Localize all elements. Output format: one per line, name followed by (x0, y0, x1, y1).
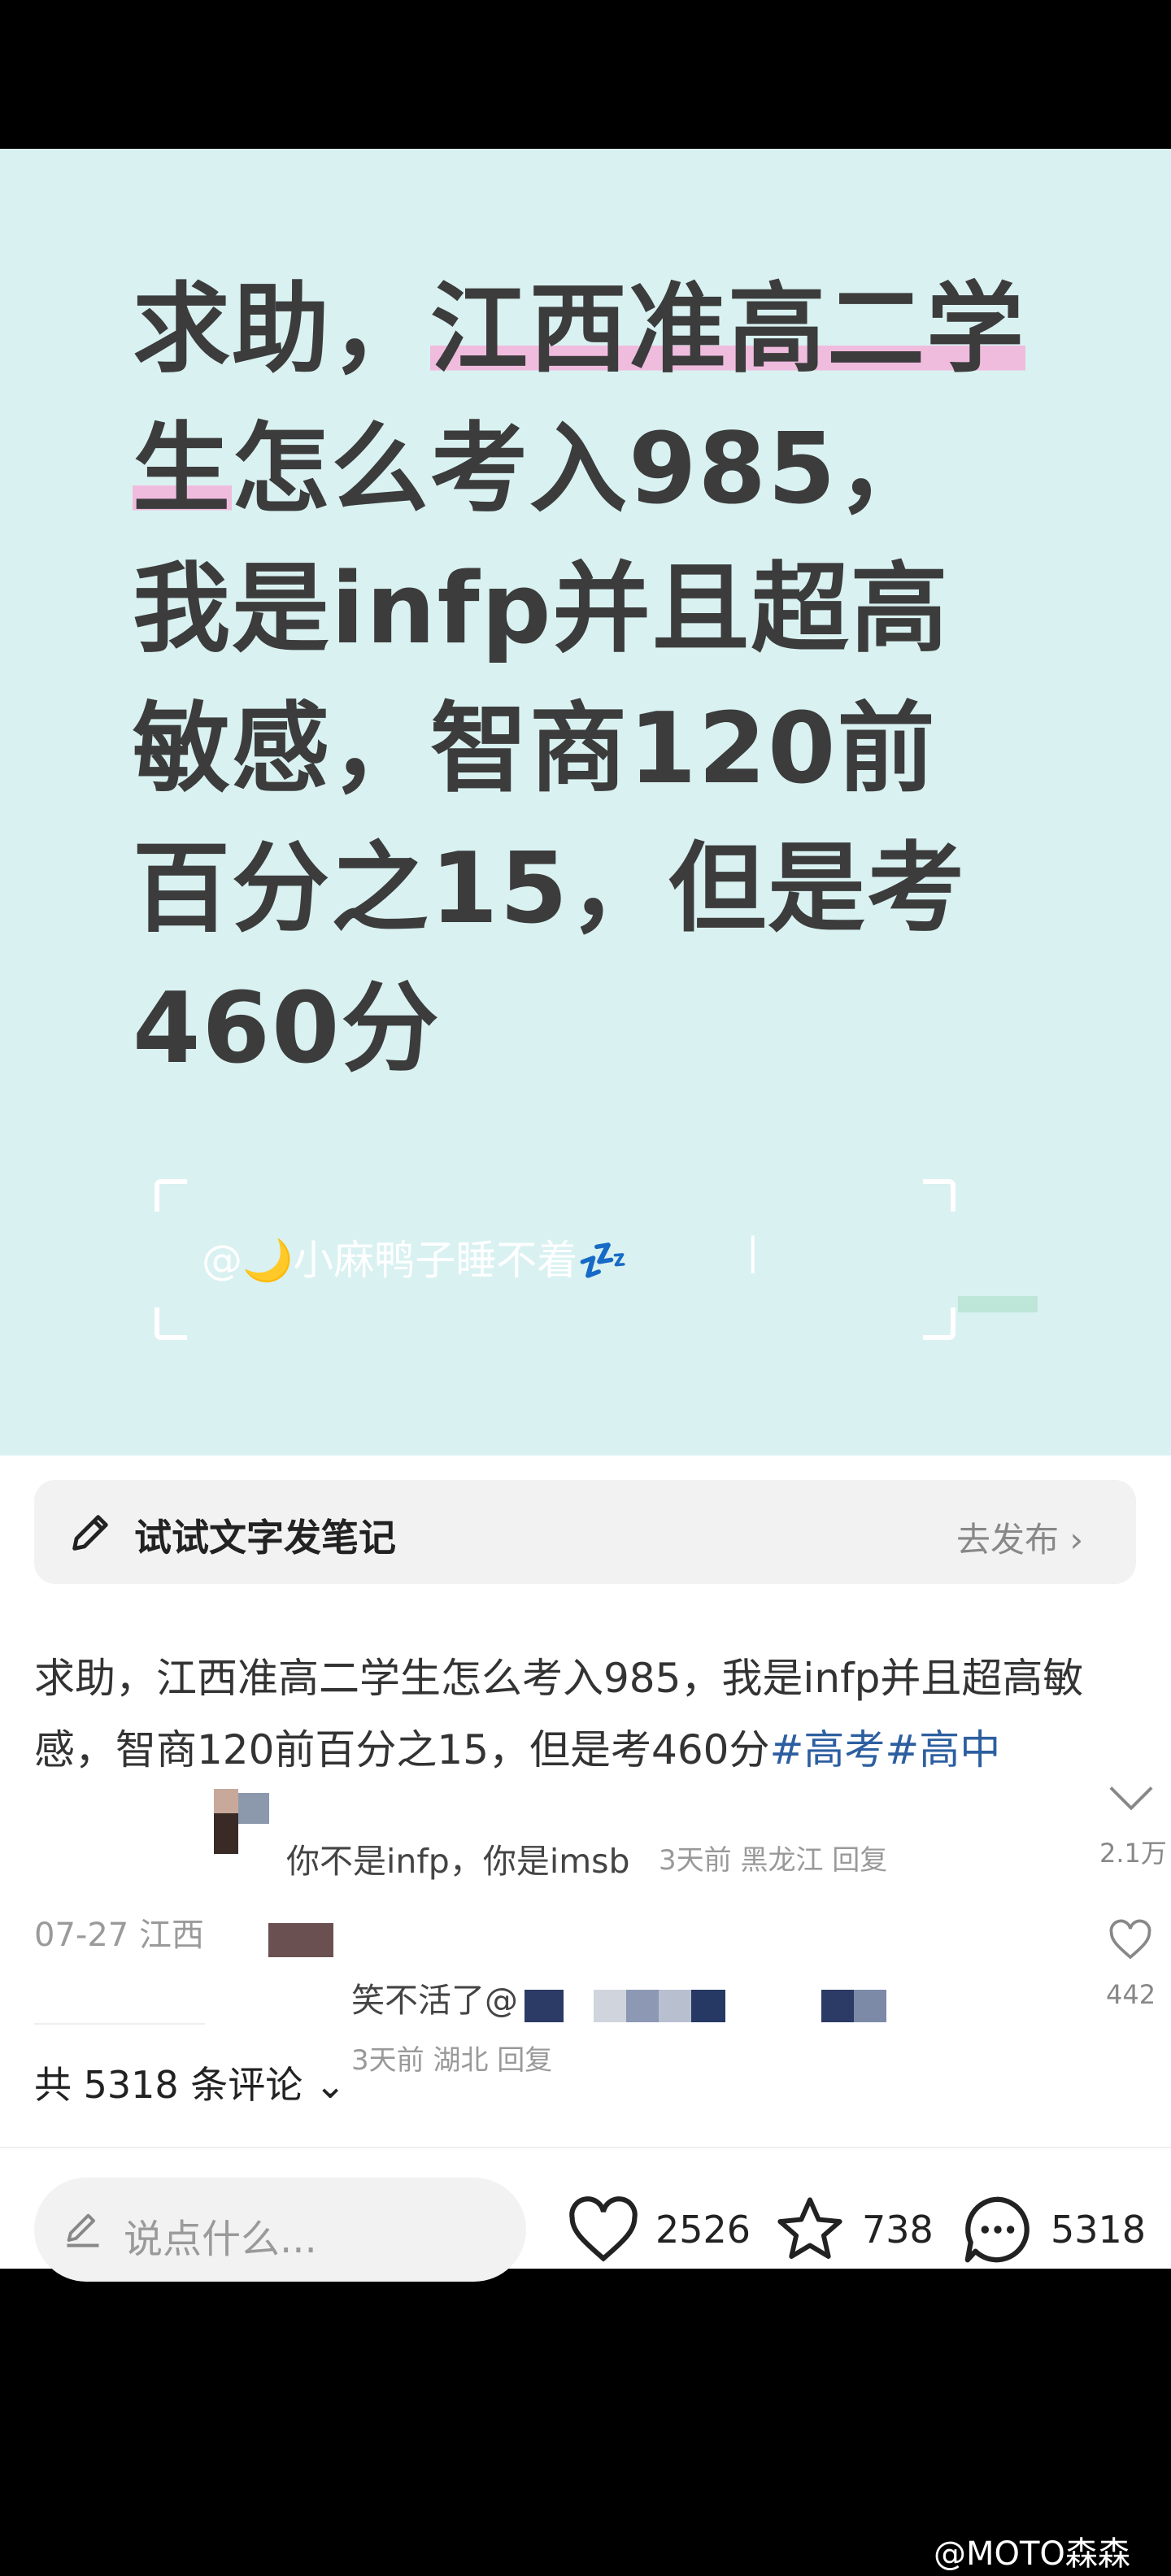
hashtag-gaozhong[interactable]: #高中 (885, 1726, 1000, 1773)
avatar[interactable] (268, 1923, 333, 1957)
chat-bubble-icon[interactable] (960, 2191, 1036, 2268)
comment-like-count: 442 (1106, 1979, 1156, 2010)
like-count: 2526 (655, 2208, 751, 2252)
avatar-blur (238, 1793, 269, 1824)
divider (34, 2023, 205, 2025)
overlay-comment-text: 笑不活了@ (351, 1981, 518, 2020)
heart-icon[interactable] (566, 2195, 641, 2265)
cover-decoration-bar (958, 1296, 1038, 1312)
overlay-comment-meta[interactable]: 3天前 湖北 回复 (351, 2038, 552, 2078)
watermark: @MOTO森森 (934, 2535, 1130, 2573)
chevron-down-icon[interactable] (1108, 1782, 1155, 1815)
pencil-icon (72, 1515, 108, 1551)
mention-blur (854, 1990, 886, 2022)
mention-blur (594, 1990, 626, 2022)
pen-icon (67, 2213, 99, 2247)
post-date-location: 07-27 江西 (34, 1917, 204, 1954)
avatar-face (214, 1789, 238, 1813)
star-count: 738 (862, 2208, 934, 2252)
publish-button[interactable]: 去发布 › (956, 1512, 1083, 1562)
mention-blur (691, 1990, 725, 2022)
post-caption: 求助，江西准高二学生怎么考入985，我是infp并且超高敏感，智商120前百分之… (34, 1643, 1116, 1786)
heart-icon[interactable] (1108, 1919, 1153, 1961)
mention-blur (659, 1990, 691, 2022)
comment-input-placeholder: 说点什么... (124, 2217, 317, 2262)
comment-count[interactable]: 共 5318 条评论 ⌄ (34, 2056, 346, 2109)
hashtag-gaokao[interactable]: #高考 (770, 1726, 886, 1773)
mention-blur (525, 1990, 564, 2022)
comment-total-count: 5318 (1051, 2208, 1147, 2252)
mention-blur (626, 1990, 659, 2022)
star-icon[interactable] (773, 2194, 847, 2265)
credit-separator: | (747, 1229, 760, 1273)
bottom-bar-divider (0, 2147, 1171, 2148)
overlay-comment-text: 你不是infp，你是imsb (286, 1842, 630, 1881)
overlay-comment-meta[interactable]: 3天前 黑龙江 回复 (659, 1838, 887, 1878)
cover-title-part-1: 求助， (133, 273, 430, 386)
cover-title: 求助，江西准高二学生怎么考入985，我是infp并且超高敏感，智商120前百分之… (133, 260, 1035, 1099)
fold-count: 2.1万 (1099, 1838, 1167, 1869)
publish-prompt-text: 试试文字发笔记 (134, 1516, 396, 1560)
cover-title-part-2: 怎么考入985，我是infp并且超高敏感，智商120前百分之15，但是考460分 (133, 413, 966, 1086)
cover-credit: @🌙小麻鸭子睡不着💤 (202, 1237, 629, 1284)
mention-blur (821, 1990, 854, 2022)
